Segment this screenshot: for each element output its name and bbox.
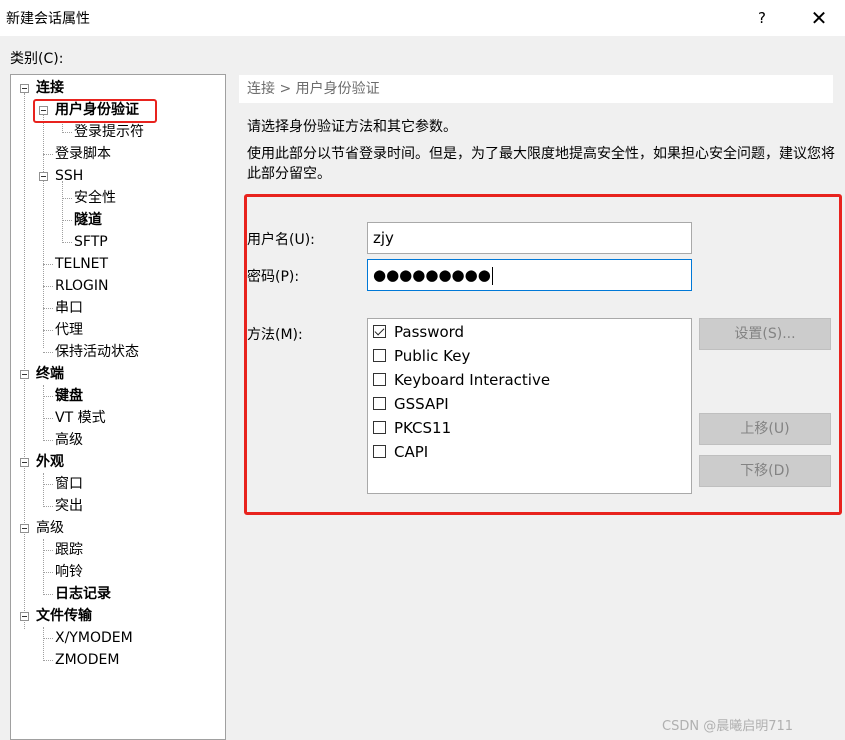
description-line-2: 使用此部分以节省登录时间。但是，为了最大限度地提高安全性，如果担心安全问题，建议… — [247, 146, 835, 182]
description-line-1: 请选择身份验证方法和其它参数。 — [247, 119, 457, 135]
method-item-label: Password — [394, 323, 465, 341]
window-title: 新建会话属性 — [6, 11, 90, 27]
password-label: 密码(P): — [247, 269, 300, 285]
checkbox-public-key[interactable] — [373, 349, 386, 362]
checkbox-keyboard-interactive[interactable] — [373, 373, 386, 386]
close-icon: ✕ — [810, 6, 828, 30]
expand-terminal-icon[interactable] — [20, 370, 29, 379]
help-button[interactable]: ? — [750, 6, 774, 30]
method-item-label: GSSAPI — [394, 395, 449, 413]
method-list[interactable]: Password Public Key Keyboard Interactive… — [367, 318, 692, 494]
method-item-label: PKCS11 — [394, 419, 452, 437]
tree-item-window[interactable]: 窗口 — [55, 474, 83, 494]
tree-item-keepalive[interactable]: 保持活动状态 — [55, 342, 139, 362]
tree-item-serial[interactable]: 串口 — [55, 298, 83, 318]
tree-item-proxy[interactable]: 代理 — [55, 320, 83, 340]
breadcrumb: 连接 > 用户身份验证 — [239, 75, 833, 103]
method-label: 方法(M): — [247, 327, 303, 343]
username-field[interactable]: zjy — [367, 222, 692, 254]
method-item-label: Public Key — [394, 347, 471, 365]
checkbox-capi[interactable] — [373, 445, 386, 458]
settings-button[interactable]: 设置(S)... — [699, 318, 831, 350]
password-field[interactable]: ●●●●●●●●● — [367, 259, 692, 291]
expand-appearance-icon[interactable] — [20, 458, 29, 467]
tree-item-advanced-term[interactable]: 高级 — [55, 430, 83, 450]
tree-item-rlogin[interactable]: RLOGIN — [55, 276, 109, 296]
tree-item-highlight[interactable]: 突出 — [55, 496, 83, 516]
tree-item-security[interactable]: 安全性 — [74, 188, 116, 208]
tree-item-trace[interactable]: 跟踪 — [55, 540, 83, 560]
expand-advanced-icon[interactable] — [20, 524, 29, 533]
tree-item-sftp[interactable]: SFTP — [74, 232, 108, 252]
tree-item-bell[interactable]: 响铃 — [55, 562, 83, 582]
watermark: CSDN @晨曦启明711 — [662, 719, 794, 734]
tree-item-log[interactable]: 日志记录 — [55, 584, 111, 604]
tree-item-terminal[interactable]: 终端 — [36, 364, 64, 384]
category-label: 类别(C): — [10, 51, 64, 67]
checkbox-pkcs11[interactable] — [373, 421, 386, 434]
title-bar: 新建会话属性 ? ✕ — [0, 0, 845, 36]
tree-item-telnet[interactable]: TELNET — [55, 254, 108, 274]
method-item-label: Keyboard Interactive — [394, 371, 551, 389]
expand-connect-icon[interactable] — [20, 84, 29, 93]
move-up-button[interactable]: 上移(U) — [699, 413, 831, 445]
tree-item-login-prompt[interactable]: 登录提示符 — [74, 122, 144, 142]
method-item-label: CAPI — [394, 443, 429, 461]
category-tree[interactable]: 连接 用户身份验证 登录提示符 登录脚本 SSH 安全性 隧道 SFTP TEL… — [10, 74, 226, 740]
tree-item-advanced[interactable]: 高级 — [36, 518, 64, 538]
tree-item-file-transfer[interactable]: 文件传输 — [36, 606, 92, 626]
checkbox-gssapi[interactable] — [373, 397, 386, 410]
tree-item-connect[interactable]: 连接 — [36, 78, 64, 98]
tree-item-keyboard[interactable]: 键盘 — [55, 386, 83, 406]
tree-item-tunnel[interactable]: 隧道 — [74, 210, 102, 230]
selected-highlight — [33, 99, 157, 123]
tree-item-vt-mode[interactable]: VT 模式 — [55, 408, 106, 428]
tree-item-appearance[interactable]: 外观 — [36, 452, 64, 472]
tree-item-login-script[interactable]: 登录脚本 — [55, 144, 111, 164]
expand-ssh-icon[interactable] — [39, 172, 48, 181]
expand-file-transfer-icon[interactable] — [20, 612, 29, 621]
checkbox-password[interactable] — [373, 325, 386, 338]
close-button[interactable]: ✕ — [805, 4, 833, 32]
move-down-button[interactable]: 下移(D) — [699, 455, 831, 487]
tree-item-xymodem[interactable]: X/YMODEM — [55, 628, 133, 648]
username-label: 用户名(U): — [247, 232, 315, 248]
tree-item-ssh[interactable]: SSH — [55, 166, 83, 186]
password-dots: ●●●●●●●●● — [373, 266, 491, 284]
text-caret — [491, 266, 493, 285]
tree-item-zmodem[interactable]: ZMODEM — [55, 650, 119, 670]
